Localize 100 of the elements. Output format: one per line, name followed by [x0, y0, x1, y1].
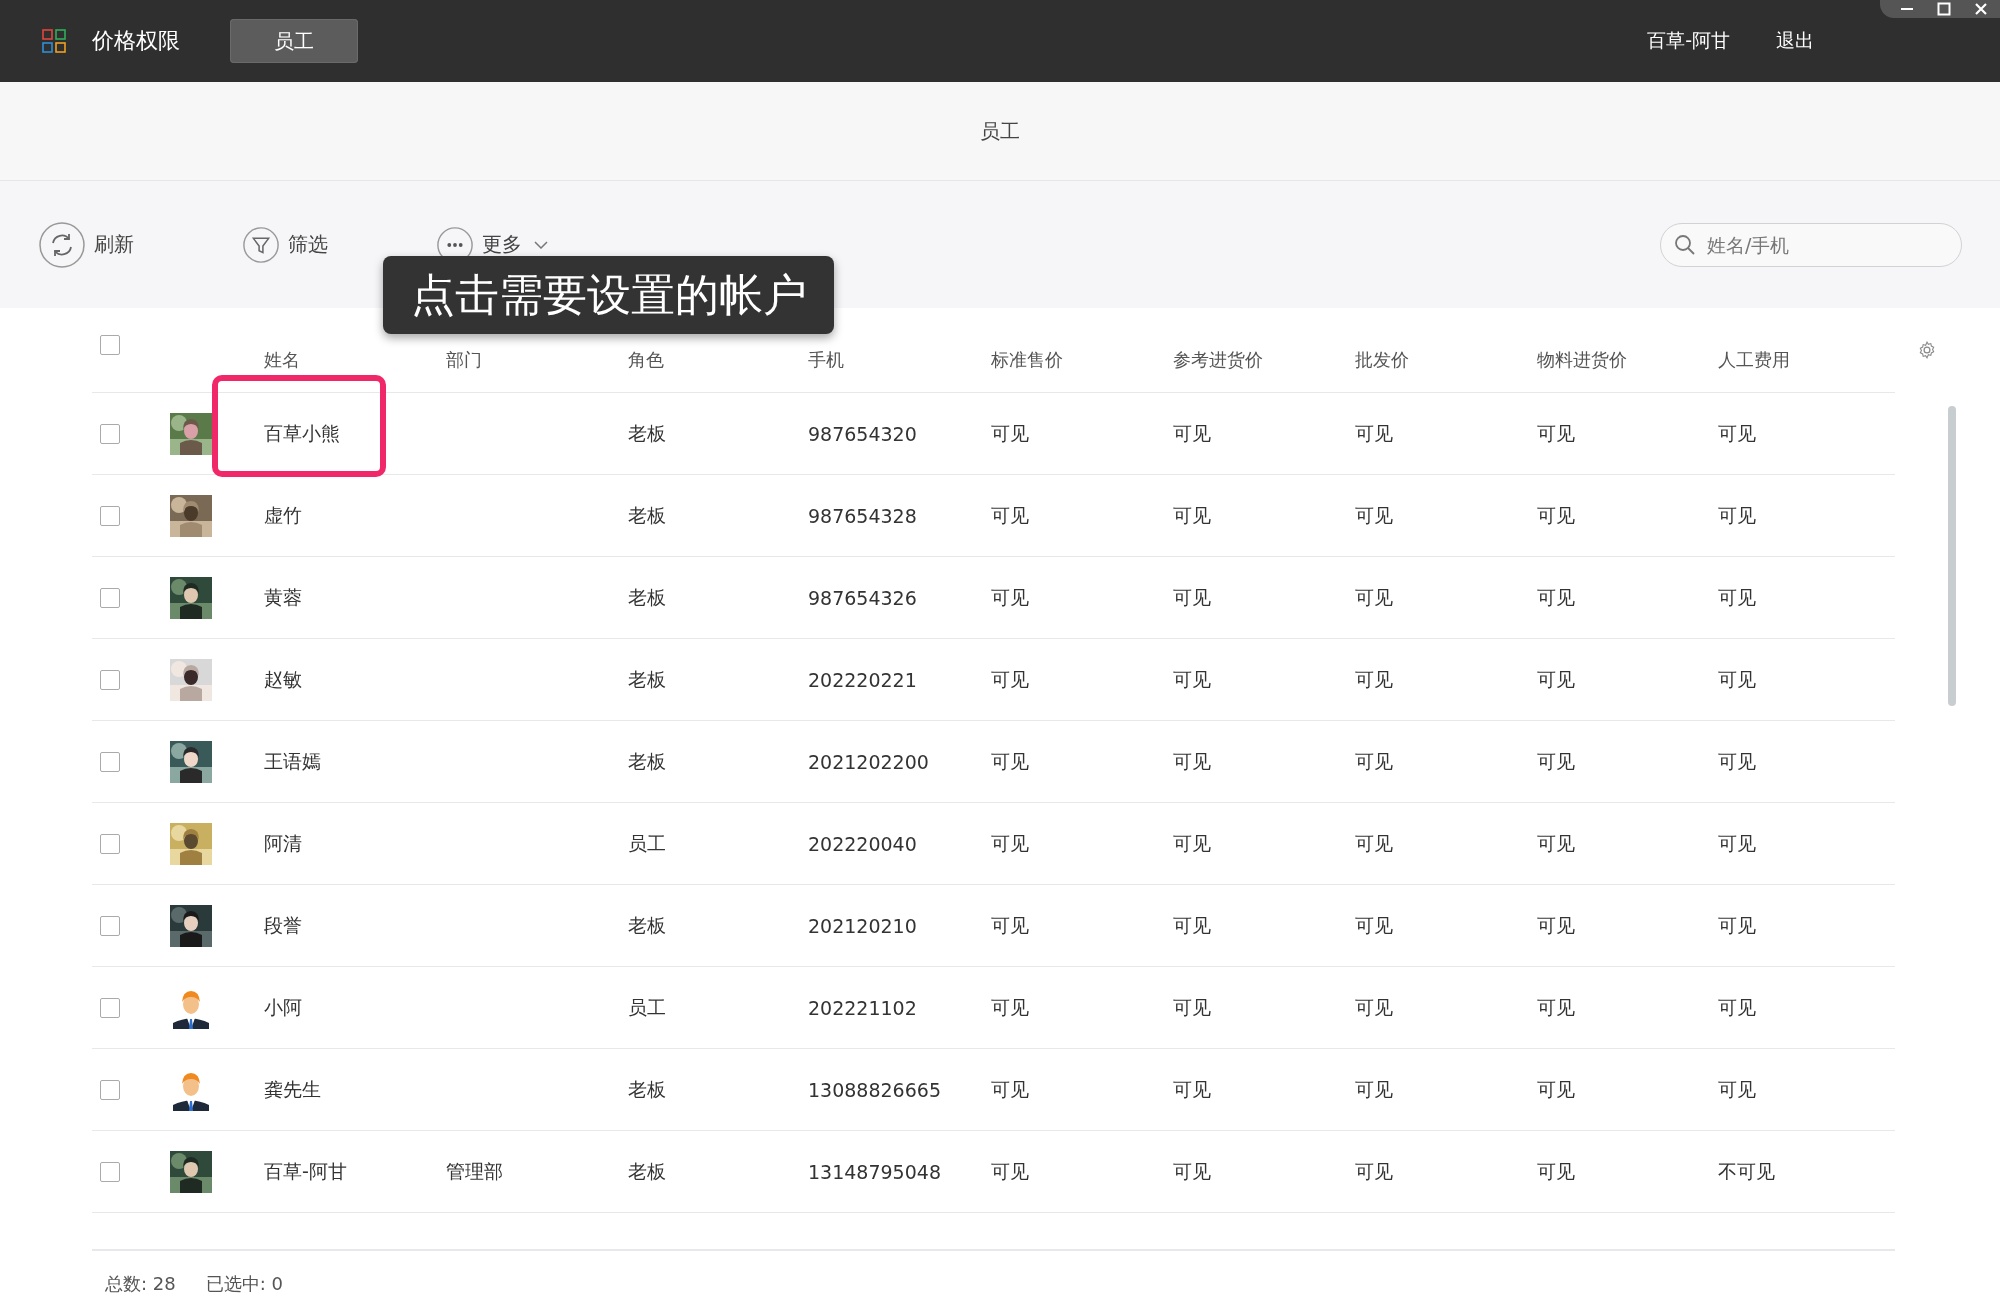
table-cell: 老板 — [628, 1077, 666, 1100]
table-cell: 可见 — [1537, 749, 1575, 772]
table-cell: 可见 — [1173, 585, 1211, 608]
close-icon[interactable] — [1974, 2, 1989, 16]
search-icon — [1674, 233, 1696, 256]
table-cell[interactable]: 小阿 — [264, 995, 302, 1018]
table-cell[interactable]: 百草小熊 — [264, 421, 340, 444]
table-cell: 可见 — [1355, 995, 1393, 1018]
checkbox[interactable] — [100, 1079, 120, 1100]
table-cell: 管理部 — [446, 1159, 503, 1182]
page-title: 员工 — [980, 117, 1020, 145]
table-cell: 可见 — [1537, 1077, 1575, 1100]
table-cell[interactable]: 段誉 — [264, 913, 302, 936]
settings-icon[interactable] — [1917, 340, 1937, 360]
table-cell[interactable]: 赵敏 — [264, 667, 302, 690]
table-cell: 可见 — [991, 831, 1029, 854]
table-cell: 可见 — [1355, 913, 1393, 936]
caret-icon — [534, 240, 548, 249]
scrollbar[interactable] — [1948, 406, 1956, 706]
table-cell: 可见 — [1537, 421, 1575, 444]
table-cell: 202220040 — [808, 832, 917, 855]
table-cell: 老板 — [628, 503, 666, 526]
filter-button[interactable]: 筛选 — [242, 225, 328, 264]
table-cell: 员工 — [628, 831, 666, 854]
column-header: 批发价 — [1355, 349, 1409, 370]
table-cell: 员工 — [628, 995, 666, 1018]
table-cell: 可见 — [1355, 667, 1393, 690]
table-cell: 202220221 — [808, 668, 917, 691]
table-cell: 可见 — [991, 421, 1029, 444]
table-cell: 可见 — [991, 1159, 1029, 1182]
table-cell: 可见 — [1355, 1159, 1393, 1182]
grid-icon[interactable] — [42, 29, 66, 53]
checkbox[interactable] — [100, 751, 120, 772]
table-cell: 可见 — [1537, 995, 1575, 1018]
table-cell[interactable]: 虚竹 — [264, 503, 302, 526]
table-cell: 老板 — [628, 585, 666, 608]
table-cell: 可见 — [1718, 995, 1756, 1018]
table-cell: 可见 — [1173, 1159, 1211, 1182]
checkbox[interactable] — [100, 997, 120, 1018]
checkbox[interactable] — [100, 423, 120, 444]
table-cell: 可见 — [1718, 503, 1756, 526]
app-title: 价格权限 — [92, 27, 180, 55]
table-cell: 可见 — [1355, 831, 1393, 854]
refresh-icon — [38, 220, 86, 269]
column-header: 手机 — [808, 349, 844, 370]
column-header: 标准售价 — [991, 349, 1063, 370]
table-cell: 可见 — [1718, 831, 1756, 854]
maximize-icon[interactable] — [1937, 2, 1951, 16]
table-cell[interactable]: 阿清 — [264, 831, 302, 854]
table-cell: 可见 — [1718, 585, 1756, 608]
table-cell: 可见 — [991, 1077, 1029, 1100]
column-header: 参考进货价 — [1173, 349, 1263, 370]
table-cell: 老板 — [628, 421, 666, 444]
checkbox[interactable] — [100, 833, 120, 854]
checkbox[interactable] — [100, 915, 120, 936]
table-cell: 老板 — [628, 667, 666, 690]
table-cell: 2021202200 — [808, 750, 929, 773]
table-cell: 可见 — [1537, 503, 1575, 526]
checkbox[interactable] — [100, 669, 120, 690]
column-header: 姓名 — [264, 349, 300, 370]
table-cell[interactable]: 百草-阿甘 — [264, 1159, 347, 1182]
table-cell[interactable]: 王语嫣 — [264, 749, 321, 772]
table-cell: 可见 — [1173, 503, 1211, 526]
table-cell: 可见 — [1173, 1077, 1211, 1100]
table-cell: 不可见 — [1718, 1159, 1775, 1182]
table-cell: 可见 — [991, 503, 1029, 526]
table-cell: 987654320 — [808, 422, 917, 445]
table-cell: 可见 — [1355, 585, 1393, 608]
table-cell: 202221102 — [808, 996, 917, 1019]
table-cell: 可见 — [1173, 995, 1211, 1018]
checkbox[interactable] — [100, 587, 120, 608]
table-cell: 老板 — [628, 749, 666, 772]
table-cell: 可见 — [1173, 831, 1211, 854]
checkbox[interactable] — [100, 505, 120, 526]
table-cell: 可见 — [1173, 913, 1211, 936]
table-cell: 13088826665 — [808, 1078, 941, 1101]
table-cell: 可见 — [1355, 749, 1393, 772]
refresh-button[interactable]: 刷新 — [38, 220, 134, 269]
user-name[interactable]: 百草-阿甘 — [1647, 28, 1730, 54]
table-cell: 老板 — [628, 913, 666, 936]
table-cell: 可见 — [1718, 749, 1756, 772]
column-header: 物料进货价 — [1537, 349, 1627, 370]
table-cell[interactable]: 黄蓉 — [264, 585, 302, 608]
table-cell: 可见 — [1718, 421, 1756, 444]
table-cell: 202120210 — [808, 914, 917, 937]
nav-tab[interactable]: 员工 — [230, 19, 358, 63]
tooltip: 点击需要设置的帐户 — [383, 256, 834, 334]
checkbox[interactable] — [100, 335, 120, 355]
table-cell: 可见 — [991, 585, 1029, 608]
checkbox[interactable] — [100, 1161, 120, 1182]
table-cell: 可见 — [1718, 667, 1756, 690]
search-field[interactable]: 姓名/手机 — [1660, 222, 1962, 267]
table-cell: 可见 — [991, 667, 1029, 690]
table-cell: 可见 — [1173, 667, 1211, 690]
logout-link[interactable]: 退出 — [1776, 28, 1814, 54]
table-cell: 老板 — [628, 1159, 666, 1182]
total-count: 总数: 28 — [105, 1272, 176, 1296]
table-cell: 可见 — [1355, 421, 1393, 444]
selected-count: 已选中: 0 — [205, 1272, 283, 1296]
table-cell[interactable]: 龚先生 — [264, 1077, 321, 1100]
